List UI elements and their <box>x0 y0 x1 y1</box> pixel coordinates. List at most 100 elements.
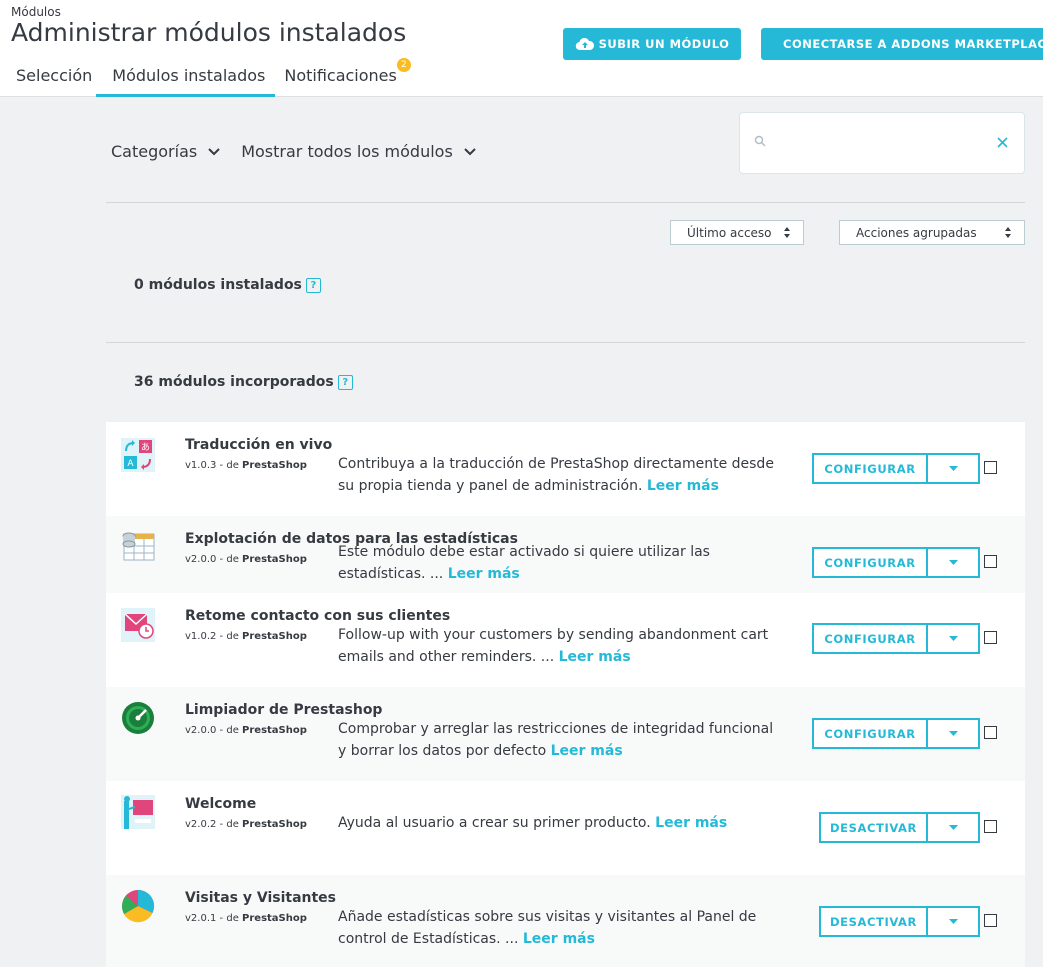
search-icon <box>754 135 766 147</box>
actions-dropdown-toggle[interactable] <box>928 453 980 484</box>
caret-down-icon <box>948 466 958 471</box>
module-checkbox[interactable] <box>984 555 997 568</box>
module-name: Visitas y Visitantes <box>185 890 337 906</box>
module-version: v1.0.3 - de PrestaShop <box>185 460 307 471</box>
module-name: Retome contacto con sus clientes <box>185 608 451 624</box>
chevron-down-icon <box>464 147 476 155</box>
module-row: Explotación de datos para las estadístic… <box>106 516 1025 593</box>
translation-icon: あ A <box>121 438 155 472</box>
module-action-group: CONFIGURAR <box>812 453 980 484</box>
disable-button[interactable]: DESACTIVAR <box>819 906 928 937</box>
module-checkbox[interactable] <box>984 820 997 833</box>
status-filter-dropdown[interactable]: Mostrar todos los módulos <box>241 142 477 161</box>
bulk-actions-select[interactable]: Acciones agrupadas <box>839 220 1025 245</box>
sort-arrows-icon <box>784 227 790 238</box>
upload-module-button[interactable]: SUBIR UN MÓDULO <box>563 28 741 60</box>
data-table-icon <box>122 532 155 561</box>
tab-installed-modules[interactable]: Módulos instalados <box>96 60 276 97</box>
read-more-link[interactable]: Leer más <box>448 566 520 582</box>
sort-select[interactable]: Último acceso <box>670 220 804 245</box>
module-version: v2.0.0 - de PrestaShop <box>185 554 307 565</box>
module-description: Follow-up with your customers by sending… <box>338 624 778 668</box>
caret-down-icon <box>948 919 958 924</box>
module-row: Welcome v2.0.2 - de PrestaShop Ayuda al … <box>106 781 1025 875</box>
disable-button[interactable]: DESACTIVAR <box>819 812 928 843</box>
upload-module-label: SUBIR UN MÓDULO <box>598 37 730 51</box>
module-description: Añade estadísticas sobre sus visitas y v… <box>338 906 778 950</box>
page-header: Módulos Administrar módulos instalados S… <box>0 0 1043 97</box>
installed-count: 0 módulos instalados <box>134 277 302 293</box>
status-filter-label: Mostrar todos los módulos <box>241 142 453 161</box>
module-description: Comprobar y arreglar las restricciones d… <box>338 718 778 762</box>
filter-bar: Categorías Mostrar todos los módulos <box>111 142 497 161</box>
read-more-link[interactable]: Leer más <box>647 478 719 494</box>
help-icon[interactable]: ? <box>305 277 321 293</box>
version-by: - de <box>216 725 243 736</box>
cloud-upload-icon <box>575 37 594 51</box>
configure-button[interactable]: CONFIGURAR <box>812 453 928 484</box>
module-version: v1.0.2 - de PrestaShop <box>185 631 307 642</box>
version-by: - de <box>216 913 243 924</box>
module-name: Traducción en vivo <box>185 437 333 453</box>
tab-label: Módulos instalados <box>112 66 266 85</box>
version-number: v2.0.2 <box>185 819 217 830</box>
description-text: Follow-up with your customers by sending… <box>338 627 769 665</box>
description-text: Ayuda al usuario a crear su primer produ… <box>338 815 651 831</box>
tab-notifications[interactable]: Notificaciones 2 <box>275 58 411 97</box>
module-action-group: CONFIGURAR <box>812 623 980 654</box>
configure-button[interactable]: CONFIGURAR <box>812 547 928 578</box>
module-version: v2.0.0 - de PrestaShop <box>185 725 307 736</box>
connect-addons-label: CONECTARSE A ADDONS MARKETPLACE <box>783 37 1043 51</box>
cleaner-icon <box>122 702 154 734</box>
tab-selection[interactable]: Selección <box>0 60 102 97</box>
version-by: - de <box>216 460 243 471</box>
module-checkbox[interactable] <box>984 914 997 927</box>
module-checkbox[interactable] <box>984 461 997 474</box>
search-input[interactable] <box>774 131 994 155</box>
version-by: - de <box>216 554 243 565</box>
module-description: Ayuda al usuario a crear su primer produ… <box>338 812 778 834</box>
version-number: v1.0.2 <box>185 631 217 642</box>
actions-dropdown-toggle[interactable] <box>928 718 980 749</box>
version-by: - de <box>216 819 243 830</box>
categories-dropdown[interactable]: Categorías <box>111 142 221 161</box>
version-number: v2.0.1 <box>185 913 217 924</box>
help-icon[interactable]: ? <box>337 374 353 390</box>
module-name: Limpiador de Prestashop <box>185 702 383 718</box>
module-checkbox[interactable] <box>984 726 997 739</box>
page-title: Administrar módulos instalados <box>11 18 407 47</box>
actions-dropdown-toggle[interactable] <box>928 623 980 654</box>
bulk-actions-value: Acciones agrupadas <box>856 225 977 240</box>
version-number: v1.0.3 <box>185 460 217 471</box>
mail-clock-icon <box>121 608 155 642</box>
module-action-group: DESACTIVAR <box>819 906 980 937</box>
read-more-link[interactable]: Leer más <box>523 931 595 947</box>
actions-dropdown-toggle[interactable] <box>928 547 980 578</box>
module-author: PrestaShop <box>242 819 307 830</box>
read-more-link[interactable]: Leer más <box>551 743 623 759</box>
module-list: あ A Traducción en vivo v1.0.3 - de Prest… <box>106 422 1025 967</box>
module-author: PrestaShop <box>242 725 307 736</box>
version-by: - de <box>216 631 243 642</box>
description-text: Este módulo debe estar activado si quier… <box>338 544 710 582</box>
actions-dropdown-toggle[interactable] <box>928 906 980 937</box>
caret-down-icon <box>948 731 958 736</box>
read-more-link[interactable]: Leer más <box>655 815 727 831</box>
module-checkbox[interactable] <box>984 631 997 644</box>
module-row: Limpiador de Prestashop v2.0.0 - de Pres… <box>106 687 1025 781</box>
read-more-link[interactable]: Leer más <box>559 649 631 665</box>
welcome-icon <box>121 795 155 829</box>
module-author: PrestaShop <box>242 913 307 924</box>
chevron-down-icon <box>208 147 220 155</box>
breadcrumb[interactable]: Módulos <box>11 5 61 19</box>
actions-dropdown-toggle[interactable] <box>928 812 980 843</box>
tab-label: Notificaciones <box>284 66 397 85</box>
configure-button[interactable]: CONFIGURAR <box>812 623 928 654</box>
module-description: Contribuya a la traducción de PrestaShop… <box>338 453 778 497</box>
close-icon[interactable] <box>997 137 1008 148</box>
configure-button[interactable]: CONFIGURAR <box>812 718 928 749</box>
connect-addons-button[interactable]: CONECTARSE A ADDONS MARKETPLACE <box>761 28 1043 60</box>
module-row: Retome contacto con sus clientes v1.0.2 … <box>106 593 1025 687</box>
module-author: PrestaShop <box>242 631 307 642</box>
installed-modules-heading: 0 módulos instalados ? <box>134 277 321 293</box>
